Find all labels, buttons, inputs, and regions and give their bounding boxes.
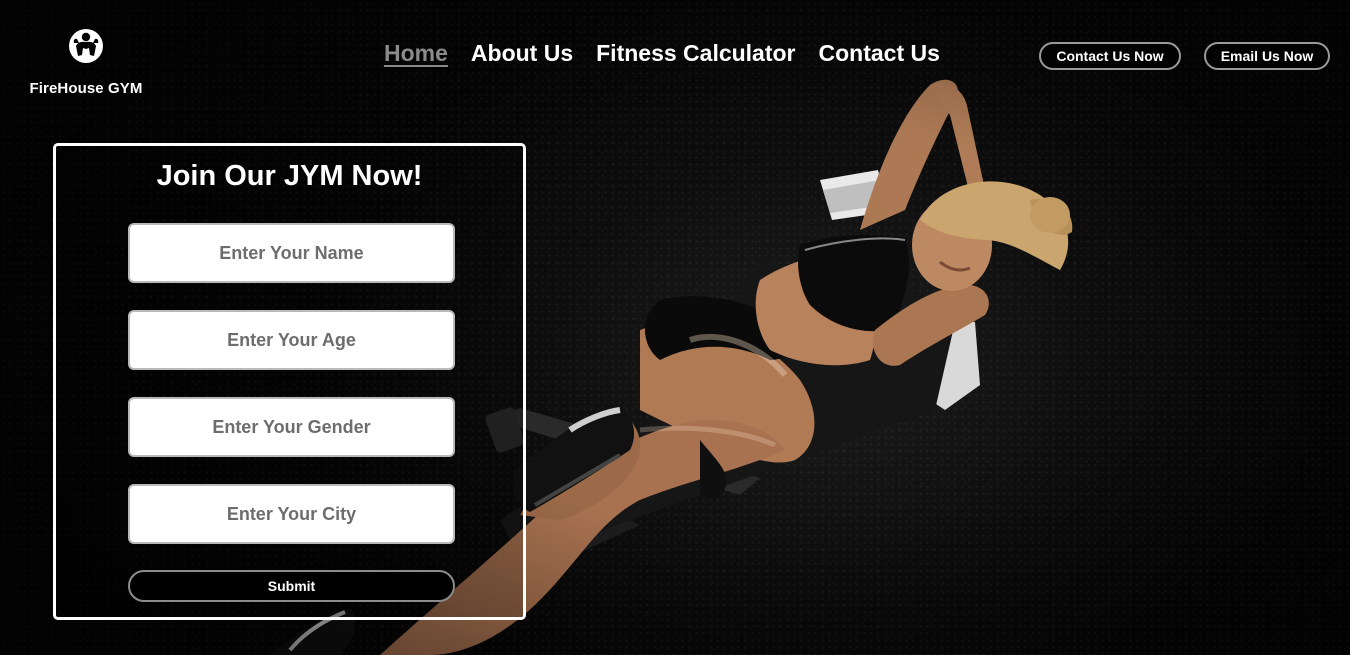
age-input[interactable] — [128, 310, 455, 370]
landing-page: FireHouse GYM Home About Us Fitness Calc… — [0, 0, 1350, 655]
nav-item-fitness-calculator[interactable]: Fitness Calculator — [596, 40, 795, 67]
city-input[interactable] — [128, 484, 455, 544]
nav-item-about-us[interactable]: About Us — [471, 40, 573, 67]
nav-item-home[interactable]: Home — [384, 40, 448, 67]
nav-item-contact-us[interactable]: Contact Us — [819, 40, 940, 67]
main-nav: Home About Us Fitness Calculator Contact… — [384, 40, 940, 67]
email-us-now-button[interactable]: Email Us Now — [1204, 42, 1330, 70]
brand-logo[interactable]: FireHouse GYM — [24, 28, 148, 97]
join-form-panel: Join Our JYM Now! Submit — [53, 143, 526, 620]
join-form-title: Join Our JYM Now! — [156, 160, 423, 192]
brand-name: FireHouse GYM — [29, 80, 143, 97]
gender-input[interactable] — [128, 397, 455, 457]
name-input[interactable] — [128, 223, 455, 283]
submit-button[interactable]: Submit — [128, 570, 455, 602]
contact-us-now-button[interactable]: Contact Us Now — [1039, 42, 1181, 70]
bodybuilder-icon — [69, 29, 103, 63]
